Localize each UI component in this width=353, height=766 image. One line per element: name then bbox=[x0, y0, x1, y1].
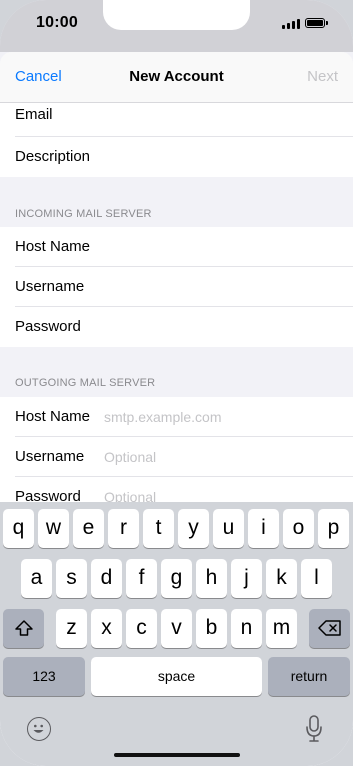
username-label: Username bbox=[15, 278, 85, 295]
outgoing-host-name-field[interactable]: Host Name smtp.example.com bbox=[0, 397, 353, 437]
key-f[interactable]: f bbox=[126, 559, 157, 598]
key-i[interactable]: i bbox=[248, 509, 279, 548]
incoming-password-field[interactable]: Password bbox=[0, 307, 353, 347]
notch bbox=[103, 0, 250, 30]
battery-icon bbox=[305, 18, 328, 28]
keyboard: q w e r t y u i o p a s d f g h j k l z … bbox=[0, 502, 353, 766]
signal-icon bbox=[282, 19, 302, 29]
description-field[interactable]: Description bbox=[0, 137, 353, 177]
email-field[interactable]: Email bbox=[0, 97, 353, 137]
key-p[interactable]: p bbox=[318, 509, 349, 548]
key-x[interactable]: x bbox=[91, 609, 122, 648]
host-name-label: Host Name bbox=[15, 238, 91, 255]
incoming-section-header: INCOMING MAIL SERVER bbox=[15, 208, 152, 220]
status-time: 10:00 bbox=[36, 14, 78, 31]
key-y[interactable]: y bbox=[178, 509, 209, 548]
key-n[interactable]: n bbox=[231, 609, 262, 648]
key-l[interactable]: l bbox=[301, 559, 332, 598]
key-e[interactable]: e bbox=[73, 509, 104, 548]
key-h[interactable]: h bbox=[196, 559, 227, 598]
outgoing-username-field[interactable]: Username Optional bbox=[0, 437, 353, 477]
email-label: Email bbox=[15, 106, 53, 123]
delete-key[interactable] bbox=[309, 609, 350, 648]
key-s[interactable]: s bbox=[56, 559, 87, 598]
nav-bar-overlay: Cancel New Account Next bbox=[0, 52, 353, 103]
shift-icon bbox=[14, 620, 33, 636]
return-key[interactable]: return bbox=[268, 657, 350, 696]
key-k[interactable]: k bbox=[266, 559, 297, 598]
key-q[interactable]: q bbox=[3, 509, 34, 548]
key-t[interactable]: t bbox=[143, 509, 174, 548]
key-v[interactable]: v bbox=[161, 609, 192, 648]
password-label: Password bbox=[15, 318, 81, 335]
numbers-key[interactable]: 123 bbox=[3, 657, 85, 696]
key-o[interactable]: o bbox=[283, 509, 314, 548]
microphone-icon[interactable] bbox=[305, 714, 323, 744]
outgoing-section-header: OUTGOING MAIL SERVER bbox=[15, 377, 156, 389]
delete-icon bbox=[317, 620, 341, 636]
key-j[interactable]: j bbox=[231, 559, 262, 598]
space-key[interactable]: space bbox=[91, 657, 262, 696]
status-bar: 10:00 bbox=[0, 0, 353, 52]
phone-screen: 10:00 Cancel New Account Next Email Desc… bbox=[0, 0, 353, 766]
key-d[interactable]: d bbox=[91, 559, 122, 598]
host-name-placeholder: smtp.example.com bbox=[104, 409, 222, 425]
username-placeholder: Optional bbox=[104, 449, 157, 465]
key-u[interactable]: u bbox=[213, 509, 244, 548]
page-title: New Account bbox=[129, 68, 224, 85]
key-w[interactable]: w bbox=[38, 509, 69, 548]
next-button[interactable]: Next bbox=[307, 68, 338, 85]
incoming-username-field[interactable]: Username bbox=[0, 267, 353, 307]
incoming-host-name-field[interactable]: Host Name bbox=[0, 227, 353, 267]
username-label: Username bbox=[15, 448, 85, 465]
key-m[interactable]: m bbox=[266, 609, 297, 648]
key-c[interactable]: c bbox=[126, 609, 157, 648]
description-label: Description bbox=[15, 148, 91, 165]
key-z[interactable]: z bbox=[56, 609, 87, 648]
shift-key[interactable] bbox=[3, 609, 44, 648]
key-b[interactable]: b bbox=[196, 609, 227, 648]
emoji-icon[interactable] bbox=[27, 717, 51, 741]
host-name-label: Host Name bbox=[15, 408, 91, 425]
home-indicator[interactable] bbox=[114, 753, 240, 757]
key-g[interactable]: g bbox=[161, 559, 192, 598]
key-a[interactable]: a bbox=[21, 559, 52, 598]
key-r[interactable]: r bbox=[108, 509, 139, 548]
